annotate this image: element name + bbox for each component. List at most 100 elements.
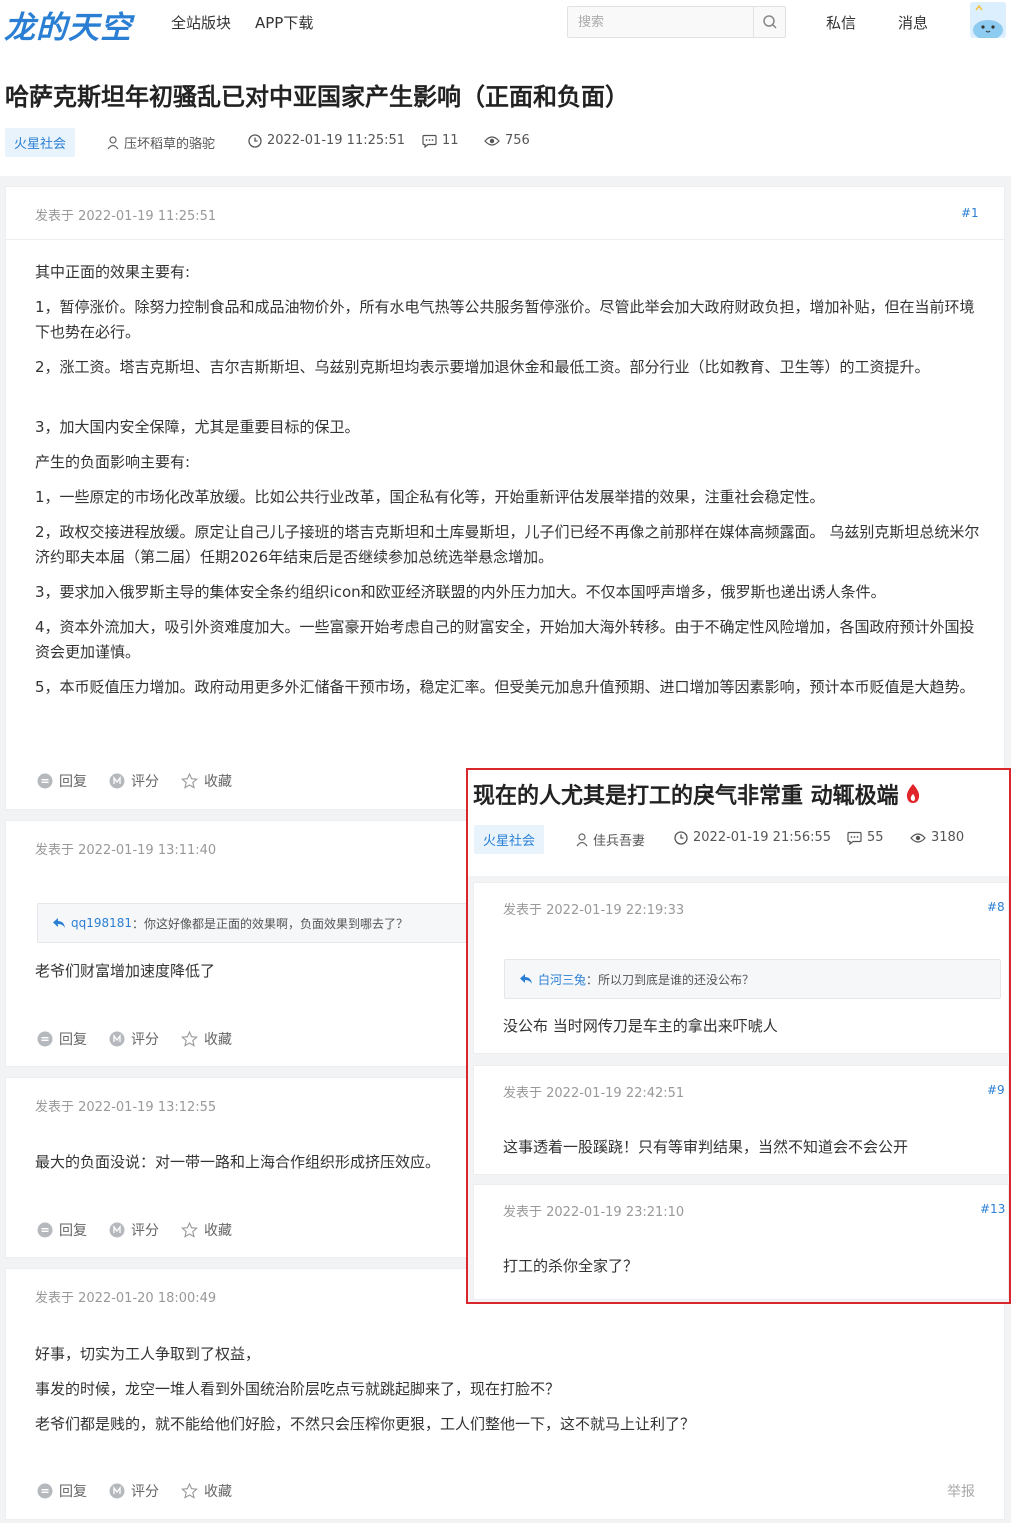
overlay-post-card: 发表于 2022-01-19 23:21:10 #13 打工的杀你全家了？ <box>473 1184 1009 1300</box>
overlay-datetime: 2022-01-19 21:56:55 <box>674 830 831 845</box>
overlay-author[interactable]: 佳兵吾妻 <box>576 830 645 849</box>
quote-user[interactable]: qq198181 <box>71 916 132 930</box>
nav-all-boards[interactable]: 全站版块 <box>171 12 231 33</box>
overlay-view-count: 3180 <box>910 830 964 845</box>
post-date: 发表于 2022-01-20 18:00:49 <box>35 1291 217 1306</box>
rate-label: 评分 <box>131 774 159 790</box>
overlay-author-name: 佳兵吾妻 <box>593 834 646 849</box>
rate-label: 评分 <box>131 1223 159 1239</box>
rate-button[interactable]: 评分 <box>109 1220 159 1240</box>
favorite-label: 收藏 <box>204 1032 232 1048</box>
quote-user[interactable]: 白河三兔 <box>538 971 586 988</box>
overlay-thread-header: 现在的人尤其是打工的戾气非常重 动辄极端 火星社会 佳兵吾妻 2022-01-1… <box>468 770 1009 876</box>
nav-app-download[interactable]: APP下载 <box>255 12 313 33</box>
post-date: 发表于 2022-01-19 22:42:51 <box>503 1086 685 1101</box>
reply-icon <box>37 1483 53 1499</box>
favorite-label: 收藏 <box>204 774 232 790</box>
search-button[interactable] <box>753 7 785 37</box>
post-paragraph: 2，涨工资。塔吉克斯坦、吉尔吉斯斯坦、乌兹别克斯坦均表示要增加退休金和最低工资。… <box>35 358 930 376</box>
reply-arrow-icon <box>53 918 65 928</box>
rate-label: 评分 <box>131 1032 159 1048</box>
reply-arrow-icon <box>520 974 532 984</box>
post-paragraph: 2，政权交接进程放缓。原定让自己儿子接班的塔吉克斯坦和土库曼斯坦，儿子们已经不再… <box>35 523 980 566</box>
post-paragraph: 好事，切实为工人争取到了权益， <box>35 1345 261 1363</box>
rate-button[interactable]: 评分 <box>109 1481 159 1501</box>
top-bar: 龙的天空 全站版块 APP下载 私信 消息 <box>0 0 1011 60</box>
eye-icon <box>910 832 926 843</box>
eye-icon <box>484 135 500 146</box>
post-card: 发表于 2022-01-19 11:25:51 #1 其中正面的效果主要有: 1… <box>5 186 1005 810</box>
view-count-text: 756 <box>505 133 530 148</box>
overlay-forum-tag[interactable]: 火星社会 <box>474 825 545 854</box>
search-input[interactable] <box>568 7 754 37</box>
quote-block: 白河三兔 ：所以刀到底是谁的还没公布？ <box>504 959 1001 999</box>
reply-button[interactable]: 回复 <box>37 1220 87 1240</box>
search-icon <box>763 15 777 29</box>
favorite-button[interactable]: 收藏 <box>181 1029 232 1049</box>
favorite-label: 收藏 <box>204 1484 232 1500</box>
floor-number[interactable]: #9 <box>987 1083 1005 1097</box>
rate-icon <box>109 1483 125 1499</box>
reply-button[interactable]: 回复 <box>37 771 87 791</box>
reply-button[interactable]: 回复 <box>37 1481 87 1501</box>
rate-button[interactable]: 评分 <box>109 771 159 791</box>
star-icon <box>181 773 198 789</box>
reply-icon <box>37 773 53 789</box>
reply-button[interactable]: 回复 <box>37 1029 87 1049</box>
comment-count-text: 11 <box>442 133 459 148</box>
post-text: 没公布 当时网传刀是车主的拿出来吓唬人 <box>503 1017 778 1035</box>
post-paragraph: 3，加大国内安全保障，尤其是重要目标的保卫。 <box>35 418 360 436</box>
post-paragraph: 4，资本外流加大，吸引外资难度加大。一些富豪开始考虑自己的财富安全，开始加大海外… <box>35 618 975 661</box>
post-date: 发表于 2022-01-19 11:25:51 <box>35 209 217 224</box>
post-paragraph: 3，要求加入俄罗斯主导的集体安全条约组织icon和欧亚经济联盟的内外压力加大。不… <box>35 583 886 601</box>
post-paragraph: 事发的时候，龙空一堆人看到外国统治阶层吃点亏就跳起脚来了，现在打脸不？ <box>35 1380 561 1398</box>
thread-header: 哈萨克斯坦年初骚乱已对中亚国家产生影响（正面和负面） 火星社会 压坏稻草的骆驼 … <box>0 60 1011 176</box>
post-actions: 回复 评分 收藏 <box>37 1220 254 1240</box>
overlay-thread-panel: 现在的人尤其是打工的戾气非常重 动辄极端 火星社会 佳兵吾妻 2022-01-1… <box>466 768 1011 1304</box>
reply-icon <box>37 1222 53 1238</box>
post-paragraph: 老爷们都是贱的，就不能给他们好脸，不然只会压榨你更狠，工人们整他一下，这不就马上… <box>35 1415 696 1433</box>
site-logo[interactable]: 龙的天空 <box>4 2 132 47</box>
post-text: 打工的杀你全家了？ <box>503 1257 639 1275</box>
quote-text: ：你这好像都是正面的效果啊，负面效果到哪去了？ <box>132 916 409 931</box>
favorite-button[interactable]: 收藏 <box>181 1220 232 1240</box>
floor-number[interactable]: #1 <box>961 206 979 220</box>
favorite-button[interactable]: 收藏 <box>181 771 232 791</box>
rate-button[interactable]: 评分 <box>109 1029 159 1049</box>
floor-number[interactable]: #13 <box>980 1202 1005 1216</box>
star-icon <box>181 1222 198 1238</box>
datetime-text: 2022-01-19 11:25:51 <box>267 133 406 148</box>
reply-icon <box>37 1031 53 1047</box>
comment-count: 11 <box>422 133 459 148</box>
user-avatar[interactable] <box>970 2 1006 38</box>
overlay-post-card: 发表于 2022-01-19 22:42:51 #9 这事透着一股蹊跷！只有等审… <box>473 1065 1009 1175</box>
thread-author[interactable]: 压坏稻草的骆驼 <box>107 133 215 152</box>
favorite-label: 收藏 <box>204 1223 232 1239</box>
post-paragraph: 产生的负面影响主要有: <box>35 453 191 471</box>
author-name: 压坏稻草的骆驼 <box>124 137 216 152</box>
post-paragraph: 5，本币贬值压力增加。政府动用更多外汇储备干预市场，稳定汇率。但受美元加息升值预… <box>35 678 975 696</box>
post-date: 发表于 2022-01-19 23:21:10 <box>503 1205 685 1220</box>
report-link[interactable]: 举报 <box>947 1481 975 1501</box>
post-actions: 回复 评分 收藏 <box>37 771 254 791</box>
rate-icon <box>109 1222 125 1238</box>
overlay-comment-count: 55 <box>847 830 884 845</box>
hot-flame-icon <box>906 784 919 803</box>
favorite-button[interactable]: 收藏 <box>181 1481 232 1501</box>
reply-label: 回复 <box>59 1484 87 1500</box>
reply-label: 回复 <box>59 774 87 790</box>
forum-tag[interactable]: 火星社会 <box>5 128 76 157</box>
rate-label: 评分 <box>131 1484 159 1500</box>
floor-number[interactable]: #8 <box>987 900 1005 914</box>
reply-label: 回复 <box>59 1032 87 1048</box>
reply-label: 回复 <box>59 1223 87 1239</box>
overlay-title-text: 现在的人尤其是打工的戾气非常重 动辄极端 <box>473 784 899 809</box>
post-divider <box>6 239 1004 240</box>
overlay-view-count-text: 3180 <box>931 830 965 845</box>
notifications-link[interactable]: 消息 <box>898 12 928 33</box>
post-card: 发表于 2022-01-20 18:00:49 好事，切实为工人争取到了权益， … <box>5 1268 1005 1520</box>
private-messages-link[interactable]: 私信 <box>826 12 856 33</box>
search-box <box>567 6 786 38</box>
post-paragraph: 其中正面的效果主要有: <box>35 263 191 281</box>
view-count: 756 <box>484 133 530 148</box>
